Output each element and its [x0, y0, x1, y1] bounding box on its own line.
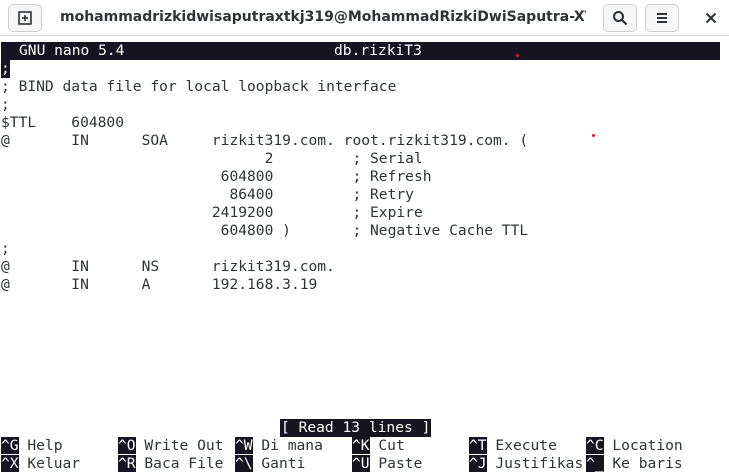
editor-line[interactable]: @ IN SOA rizkit319.com. root.rizkit319.c… — [1, 132, 528, 150]
nano-version: GNU nano 5.4 — [19, 42, 125, 59]
shortcut-paste[interactable]: ^U Paste — [352, 455, 422, 473]
shortcut-replace[interactable]: ^\ Ganti — [235, 455, 305, 473]
title-bar: mohammadrizkidwisaputraxtkj319@MohammadR… — [0, 0, 729, 36]
shortcut-write-out[interactable]: ^O Write Out — [118, 437, 223, 455]
close-icon — [705, 12, 717, 23]
shortcut-go-to-line[interactable]: ^_ Ke baris — [586, 455, 683, 473]
editor-line[interactable]: 2 ; Serial — [1, 150, 423, 168]
editor-line[interactable]: ; BIND data file for local loopback inte… — [1, 78, 396, 96]
new-tab-icon — [18, 11, 32, 25]
shortcut-read-file[interactable]: ^R Baca File — [118, 455, 223, 473]
shortcut-exit[interactable]: ^X Keluar — [1, 455, 80, 473]
red-dot-marker — [516, 54, 519, 57]
shortcut-location[interactable]: ^C Location — [586, 437, 683, 455]
editor-line[interactable]: ; — [1, 96, 10, 114]
text-cursor: ; — [1, 60, 10, 78]
editor-line[interactable]: 604800 ; Refresh — [1, 168, 432, 186]
editor-line[interactable]: @ IN A 192.168.3.19 — [1, 276, 317, 294]
new-tab-button[interactable] — [8, 4, 42, 32]
search-button[interactable] — [603, 4, 637, 32]
shortcut-help[interactable]: ^G Help — [1, 437, 63, 455]
red-dot-marker — [592, 134, 595, 137]
shortcut-execute[interactable]: ^T Execute — [469, 437, 557, 455]
editor-line[interactable]: @ IN NS rizkit319.com. — [1, 258, 335, 276]
editor-line[interactable]: ; — [1, 240, 10, 258]
shortcut-cut[interactable]: ^K Cut — [352, 437, 405, 455]
editor-line[interactable]: 86400 ; Retry — [1, 186, 414, 204]
status-message: [ Read 13 lines ] — [280, 419, 432, 437]
search-icon — [613, 11, 628, 26]
terminal-area[interactable]: GNU nano 5.4 db.rizkiT3 ; ; BIND data fi… — [0, 36, 729, 475]
nano-filename: db.rizkiT3 — [334, 42, 422, 59]
menu-button[interactable] — [645, 4, 679, 32]
shortcut-justify[interactable]: ^J Justifikas — [469, 455, 583, 473]
window-title: mohammadrizkidwisaputraxtkj319@MohammadR… — [60, 9, 586, 25]
hamburger-menu-icon — [657, 13, 667, 23]
shortcut-where-is[interactable]: ^W Di mana — [235, 437, 323, 455]
nano-header-bar: GNU nano 5.4 db.rizkiT3 — [1, 42, 720, 60]
editor-line[interactable]: 604800 ) ; Negative Cache TTL — [1, 222, 529, 240]
editor-line[interactable]: $TTL 604800 — [1, 114, 124, 132]
close-button[interactable] — [694, 0, 728, 35]
editor-line[interactable]: 2419200 ; Expire — [1, 204, 423, 222]
